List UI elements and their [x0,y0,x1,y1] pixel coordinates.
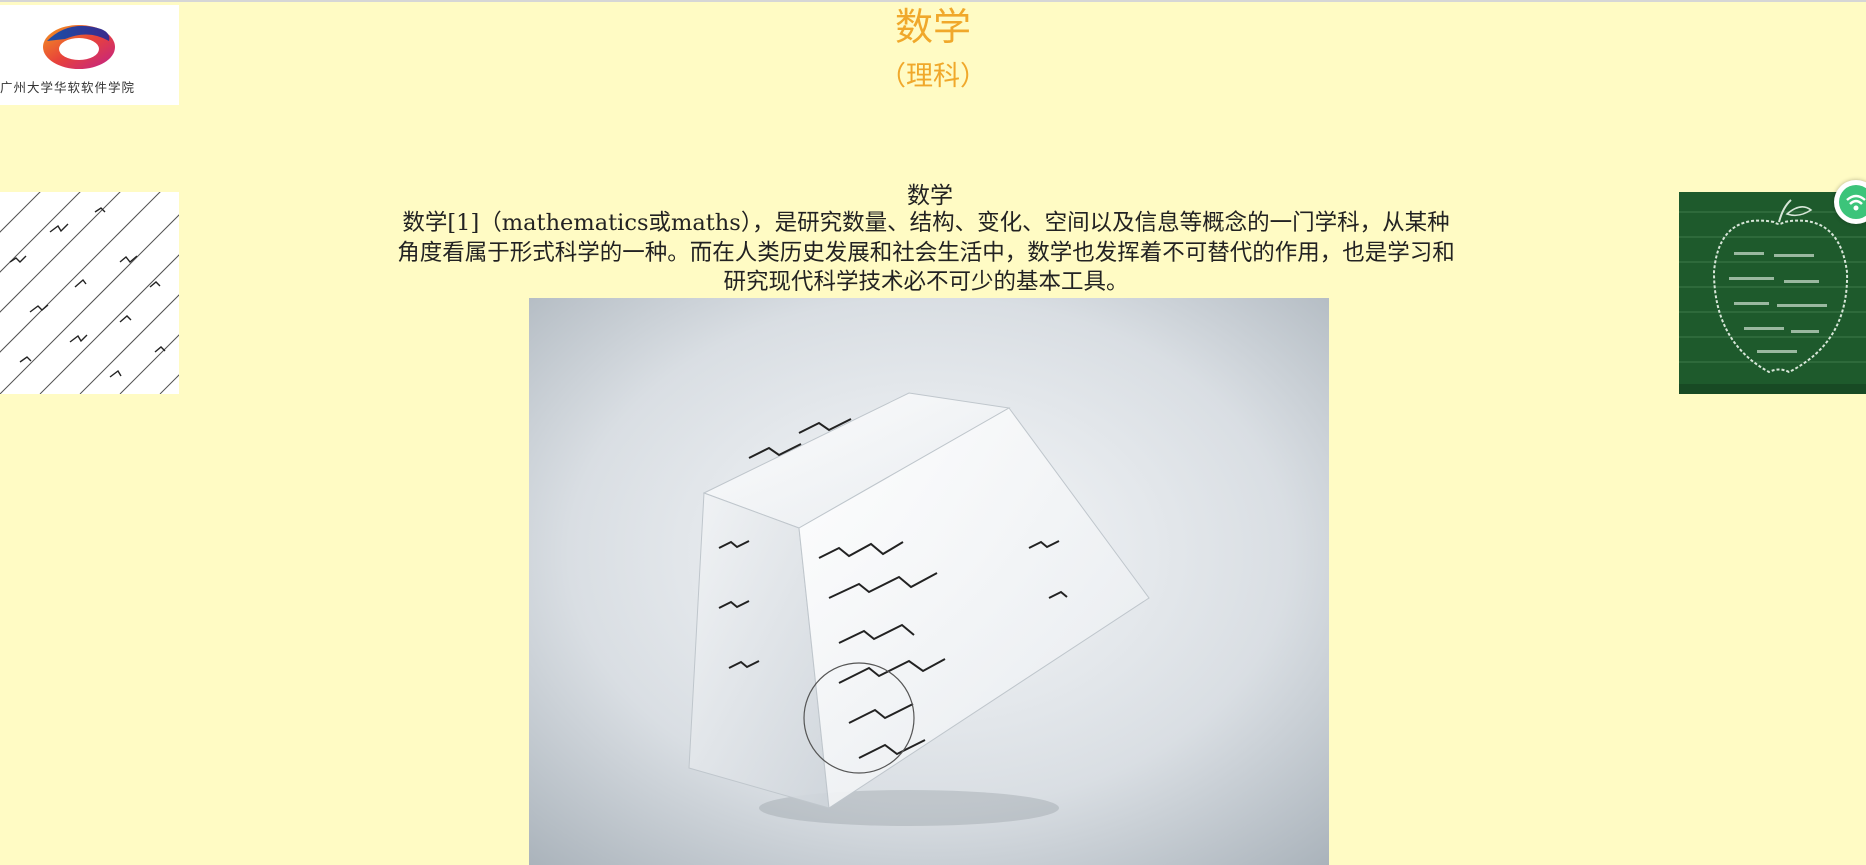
formula-cube-icon [529,298,1329,865]
page-subtitle: （理科） [879,61,987,92]
formula-pattern-icon [0,192,179,394]
math-formula-cube-image [529,298,1329,865]
page-title: 数学 [894,5,971,49]
intro-paragraph: 数学[1]（mathematics或maths），是研究数量、结构、变化、空间以… [397,210,1455,295]
formula-paper-image [0,192,179,394]
section-heading: 数学 [907,183,953,209]
